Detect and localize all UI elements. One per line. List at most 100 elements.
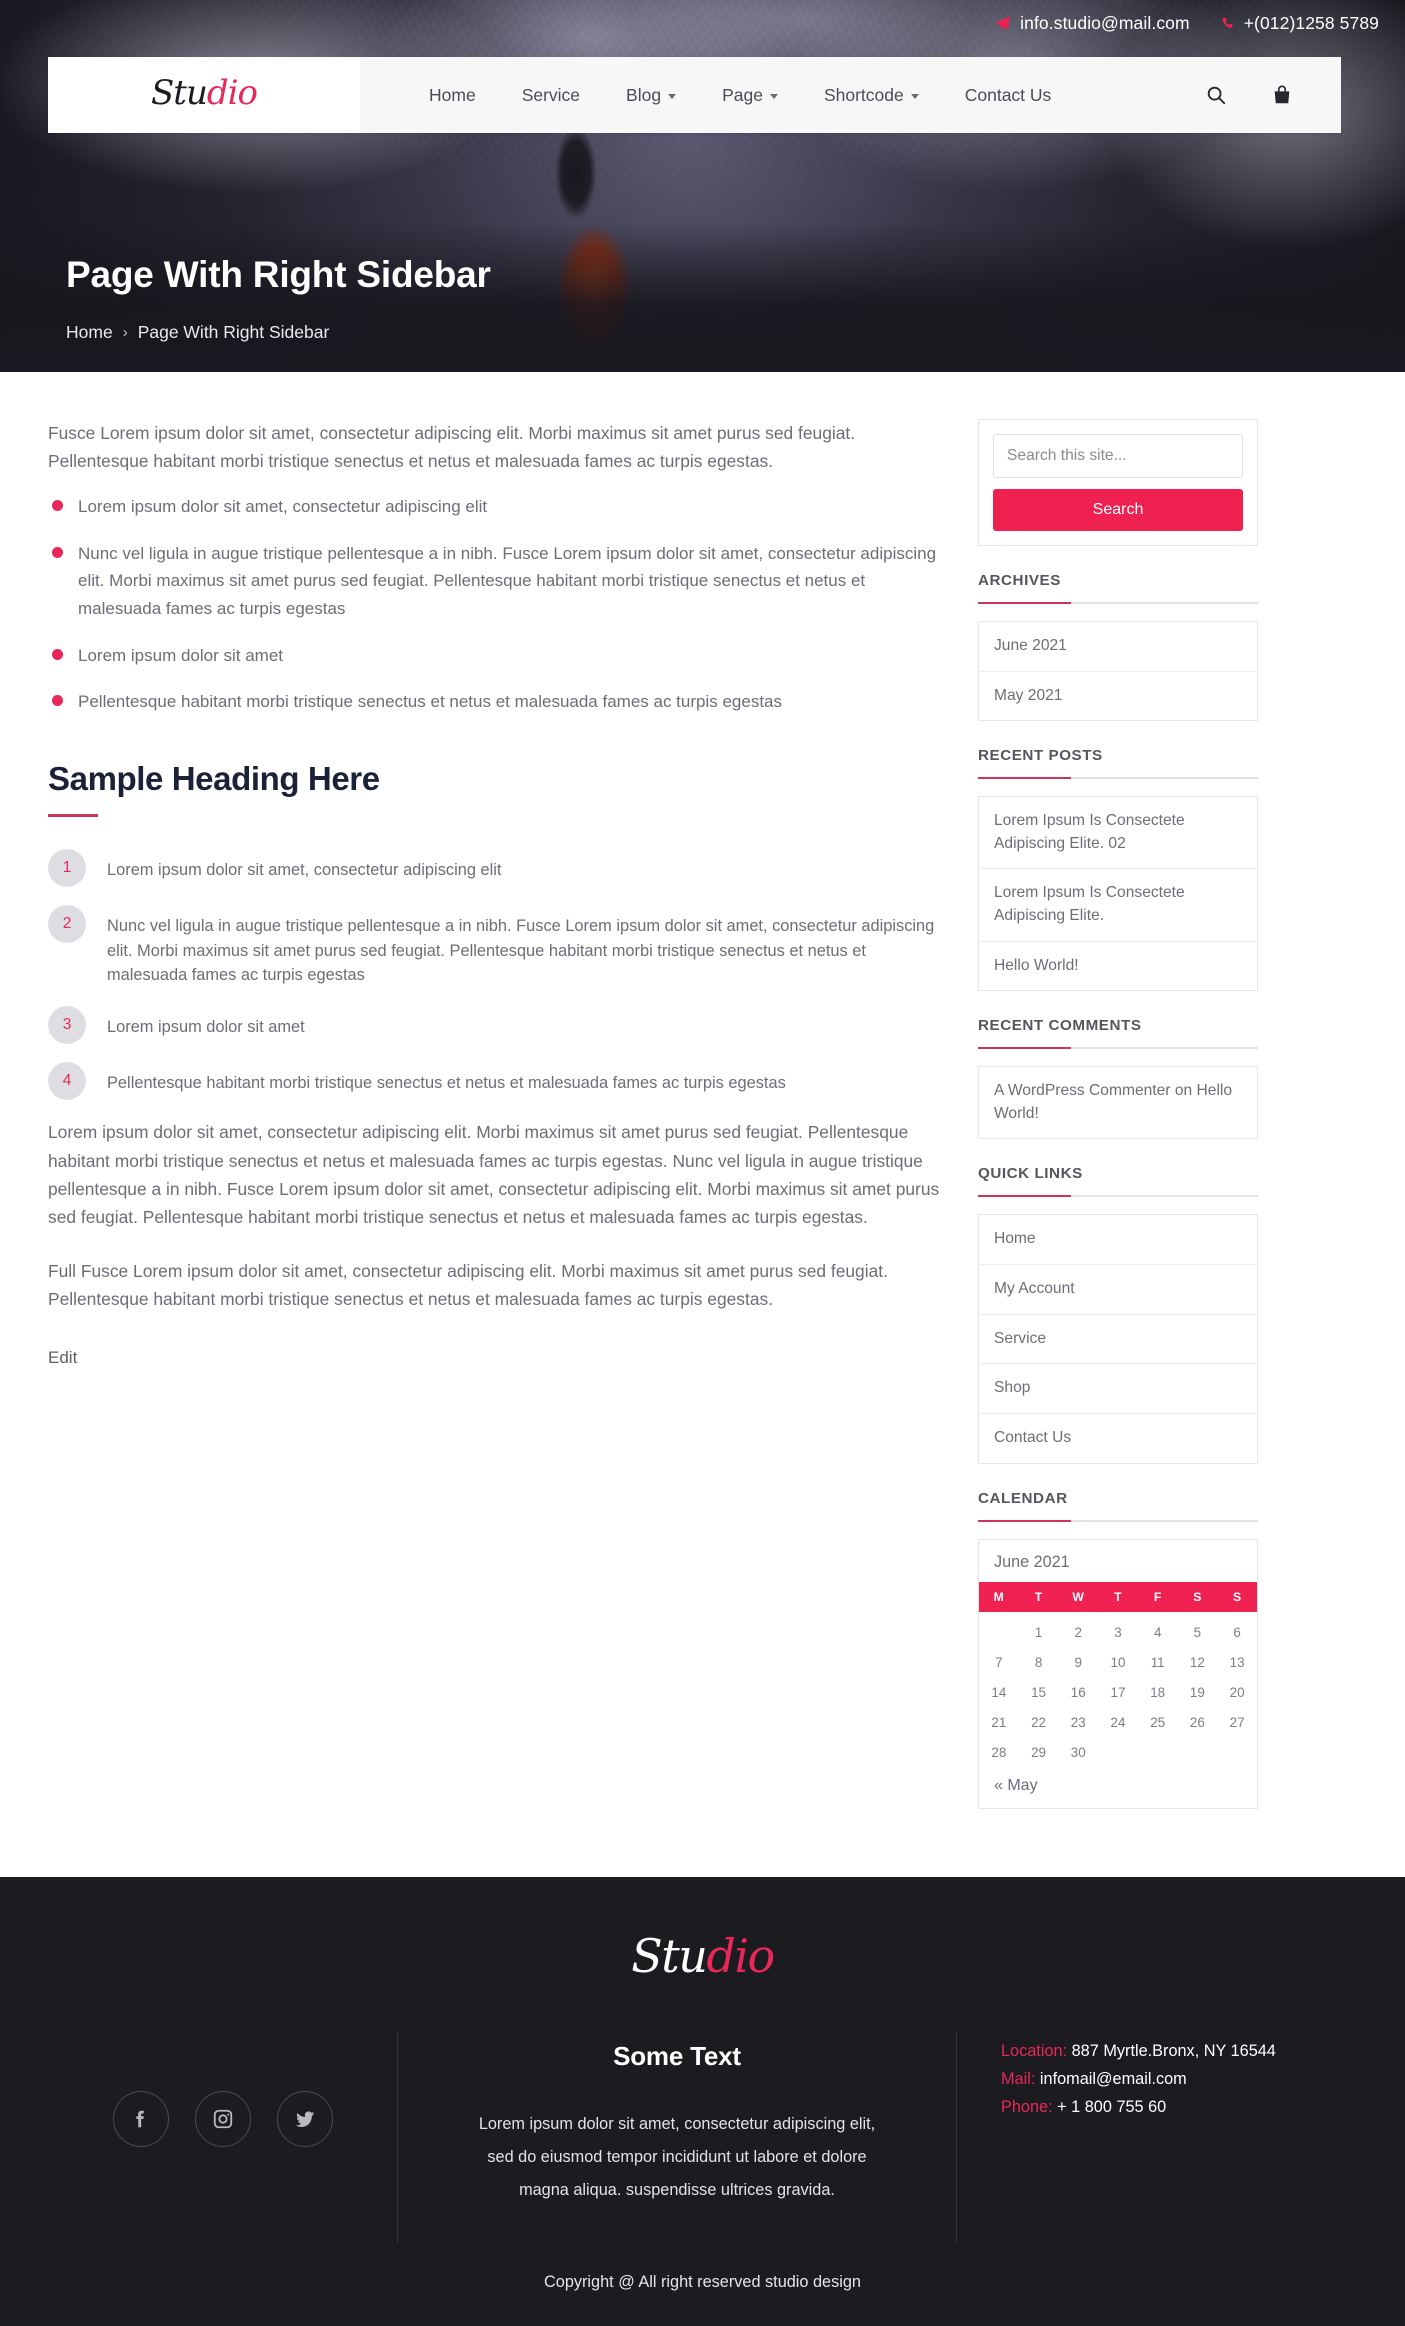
widget-archives: ARCHIVES June 2021 May 2021 — [978, 572, 1258, 722]
breadcrumb: Home › Page With Right Sidebar — [66, 322, 491, 343]
calendar-cell[interactable]: 19 — [1178, 1677, 1218, 1707]
site-logo[interactable]: Studio — [48, 57, 360, 133]
calendar-cell[interactable]: 20 — [1217, 1677, 1257, 1707]
calendar-cell[interactable]: 22 — [1019, 1707, 1059, 1737]
calendar-cell[interactable]: 14 — [979, 1677, 1019, 1707]
recent-post-item[interactable]: Lorem Ipsum Is Consectete Adipiscing Eli… — [979, 869, 1257, 942]
copyright-text: Copyright @ All right reserved studio de… — [544, 2273, 861, 2292]
calendar-cell[interactable]: 15 — [1019, 1677, 1059, 1707]
instagram-icon[interactable] — [194, 2091, 251, 2148]
calendar-cell[interactable]: 24 — [1098, 1707, 1138, 1737]
quick-link-home[interactable]: Home — [979, 1215, 1257, 1266]
calendar-day-header: S — [1177, 1581, 1218, 1612]
recent-comment-item[interactable]: A WordPress Commenter on Hello World! — [979, 1067, 1257, 1138]
nav-tools — [1205, 57, 1341, 133]
nav-item-contact-us[interactable]: Contact Us — [942, 85, 1075, 106]
page-title: Page With Right Sidebar — [66, 254, 491, 295]
calendar-cell[interactable]: 30 — [1058, 1737, 1098, 1767]
calendar-day-header: T — [1018, 1581, 1059, 1612]
chevron-down-icon — [910, 93, 919, 99]
calendar-prev-month-link[interactable]: « May — [979, 1767, 1257, 1808]
calendar-cell[interactable]: 28 — [979, 1737, 1019, 1767]
widget-title-quick-links: QUICK LINKS — [978, 1165, 1083, 1183]
main-navigation-bar: Studio Home Service Blog Page Shortcode … — [48, 57, 1341, 133]
calendar-cell[interactable]: 26 — [1178, 1707, 1218, 1737]
nav-label: Service — [521, 84, 581, 105]
calendar-cell[interactable]: 7 — [979, 1647, 1019, 1677]
calendar-cell[interactable]: 9 — [1058, 1647, 1098, 1677]
chevron-down-icon — [668, 93, 677, 99]
list-item: 3 Lorem ipsum dolor sit amet — [48, 1006, 948, 1045]
calendar-cell — [1217, 1737, 1257, 1767]
nav-item-home[interactable]: Home — [406, 85, 499, 106]
calendar-cell[interactable]: 8 — [1019, 1647, 1059, 1677]
facebook-icon[interactable] — [112, 2091, 169, 2148]
footer-middle-text: Lorem ipsum dolor sit amet, consectetur … — [478, 2115, 876, 2200]
calendar-cell[interactable]: 13 — [1217, 1647, 1257, 1677]
calendar-cell[interactable]: 5 — [1178, 1612, 1218, 1648]
body-paragraph-2: Lorem ipsum dolor sit amet, consectetur … — [48, 1122, 940, 1227]
calendar-cell[interactable]: 4 — [1138, 1612, 1178, 1648]
quick-link-contact-us[interactable]: Contact Us — [979, 1414, 1257, 1463]
calendar-cell[interactable]: 2 — [1058, 1612, 1098, 1648]
calendar-cell[interactable]: 29 — [1019, 1737, 1059, 1767]
calendar-caption: June 2021 — [994, 1552, 1070, 1571]
archive-item-may-2021[interactable]: May 2021 — [979, 672, 1257, 721]
nav-item-shortcode[interactable]: Shortcode — [801, 85, 942, 106]
calendar-cell — [1098, 1737, 1138, 1767]
calendar-cell[interactable]: 18 — [1138, 1677, 1178, 1707]
calendar-cell[interactable]: 12 — [1178, 1647, 1218, 1677]
calendar-day-header: W — [1058, 1581, 1099, 1612]
list-item: 4 Pellentesque habitant morbi tristique … — [48, 1062, 948, 1101]
calendar-cell[interactable]: 10 — [1098, 1647, 1138, 1677]
calendar-cell[interactable]: 11 — [1138, 1647, 1178, 1677]
archive-item-june-2021[interactable]: June 2021 — [979, 622, 1257, 672]
calendar-day-header: M — [979, 1581, 1019, 1612]
nav-item-blog[interactable]: Blog — [603, 85, 699, 106]
nav-item-page[interactable]: Page — [699, 85, 801, 106]
breadcrumb-home-link[interactable]: Home — [66, 322, 113, 343]
quick-link-service[interactable]: Service — [979, 1315, 1257, 1365]
chevron-down-icon — [769, 93, 778, 99]
footer-logo-prefix: Stu — [631, 1929, 708, 1984]
calendar-cell[interactable]: 23 — [1058, 1707, 1098, 1737]
table-row: 21 22 23 24 25 26 27 — [979, 1707, 1257, 1737]
search-input[interactable] — [993, 434, 1243, 478]
recent-post-item[interactable]: Lorem Ipsum Is Consectete Adipiscing Eli… — [979, 797, 1257, 870]
list-item-text: Lorem ipsum dolor sit amet — [107, 1018, 305, 1037]
calendar-header-row: M T W T F S S — [979, 1581, 1257, 1612]
shopping-bag-icon[interactable] — [1271, 83, 1293, 107]
twitter-icon[interactable] — [276, 2091, 333, 2148]
quick-link-shop[interactable]: Shop — [979, 1364, 1257, 1414]
footer-columns: Some Text Lorem ipsum dolor sit amet, co… — [0, 2031, 1405, 2244]
calendar-cell[interactable]: 17 — [1098, 1677, 1138, 1707]
calendar-cell[interactable]: 21 — [979, 1707, 1019, 1737]
footer-phone-value: + 1 800 755 60 — [1057, 2098, 1167, 2117]
footer-mail-value[interactable]: infomail@email.com — [1040, 2070, 1187, 2088]
quick-link-my-account[interactable]: My Account — [979, 1265, 1257, 1315]
edit-link[interactable]: Edit — [48, 1348, 77, 1368]
footer-logo[interactable]: Studio — [0, 1933, 1405, 2031]
footer-middle-column: Some Text Lorem ipsum dolor sit amet, co… — [398, 2031, 957, 2244]
calendar-cell[interactable]: 16 — [1058, 1677, 1098, 1707]
search-icon[interactable] — [1205, 83, 1227, 107]
recent-post-item[interactable]: Hello World! — [979, 942, 1257, 991]
search-button[interactable]: Search — [993, 489, 1243, 531]
footer-mail: Mail: infomail@email.com — [1001, 2065, 1357, 2093]
list-number-badge: 4 — [48, 1062, 86, 1101]
topbar-email[interactable]: info.studio@mail.com — [994, 13, 1190, 34]
calendar-box: June 2021 M T W T F S S 1 2 3 4 5 6 7 8 … — [978, 1538, 1258, 1810]
calendar-cell — [1138, 1737, 1178, 1767]
phone-icon — [1220, 15, 1235, 32]
calendar-cell[interactable]: 6 — [1217, 1612, 1257, 1648]
list-number-badge: 1 — [48, 848, 86, 887]
nav-item-service[interactable]: Service — [499, 85, 603, 106]
calendar-day-header: S — [1217, 1581, 1257, 1612]
calendar-cell[interactable]: 25 — [1138, 1707, 1178, 1737]
topbar-phone[interactable]: +(012)1258 5789 — [1220, 13, 1379, 34]
sidebar: Search ARCHIVES June 2021 May 2021 RECEN… — [978, 419, 1258, 1835]
calendar-cell[interactable]: 1 — [1019, 1612, 1059, 1648]
logo-suffix: dio — [206, 73, 258, 113]
calendar-cell[interactable]: 3 — [1098, 1612, 1138, 1648]
calendar-cell[interactable]: 27 — [1217, 1707, 1257, 1737]
